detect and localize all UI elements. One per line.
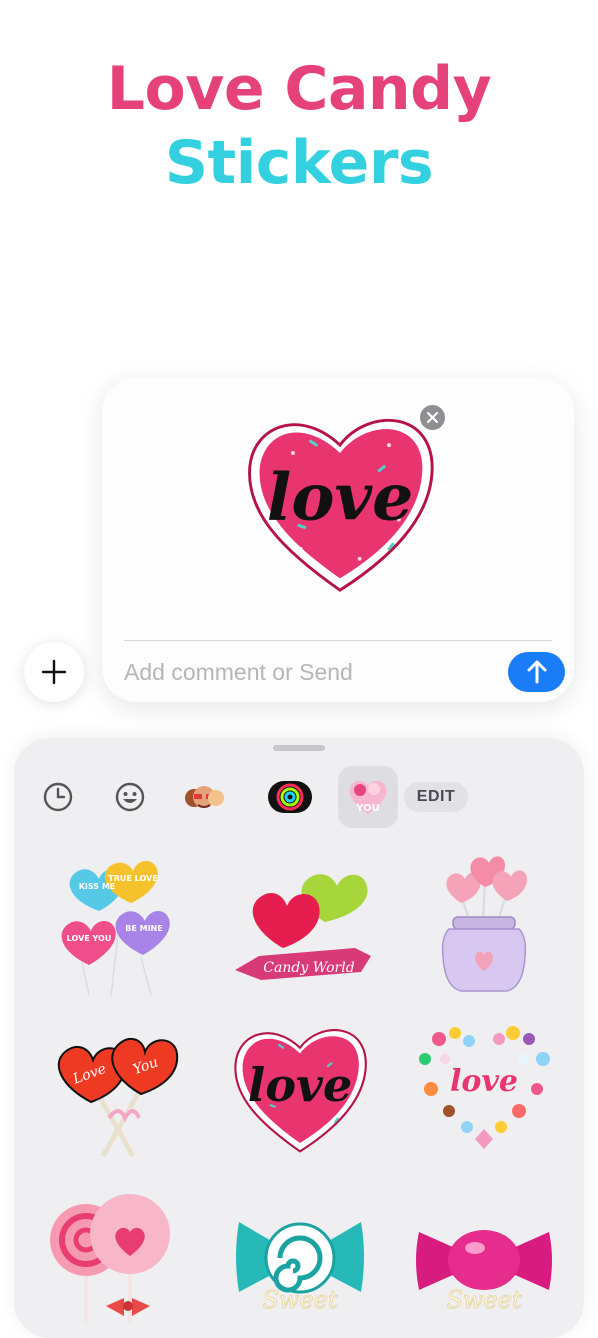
love-candy-app-icon-label: YOU: [355, 803, 380, 814]
sweet-pink-candy-sticker-icon: Sweet: [416, 1230, 552, 1314]
sticker-candy-world[interactable]: Candy World: [212, 842, 388, 1002]
sticker-conversation-hearts[interactable]: KISS ME TRUE LOVE LOVE YOU BE MINE: [28, 842, 204, 1002]
love-you-lollipops-sticker-icon: Love You: [57, 1037, 179, 1158]
comment-input[interactable]: [124, 654, 494, 690]
sticker-love-you-lollipops[interactable]: Love You: [28, 1007, 204, 1167]
sticker-text-candy-world: Candy World: [263, 960, 354, 976]
love-heart-sticker-preview[interactable]: love: [242, 400, 438, 600]
tab-memoji[interactable]: [174, 766, 234, 828]
app-tab-bar: YOU EDIT: [38, 766, 558, 828]
message-compose-card: love: [102, 378, 574, 702]
love-candy-app-icon: YOU: [349, 780, 387, 814]
edit-button[interactable]: EDIT: [404, 782, 468, 812]
sticker-text-sweet-teal: Sweet: [262, 1286, 337, 1314]
sticker-text-love-heart: love: [248, 1058, 353, 1112]
emoji-icon: [115, 782, 145, 812]
conversation-hearts-sticker-icon: KISS ME TRUE LOVE LOVE YOU BE MINE: [61, 860, 170, 996]
send-button[interactable]: [508, 652, 565, 692]
sticker-sweet-pink-candy[interactable]: Sweet: [396, 1172, 572, 1332]
sticker-text-be-mine: BE MINE: [125, 924, 162, 933]
activity-rings-icon: [268, 781, 312, 813]
add-app-button[interactable]: [24, 642, 84, 702]
sticker-love-heart[interactable]: love: [212, 1007, 388, 1167]
sticker-text-sweet-pink: Sweet: [446, 1286, 521, 1314]
love-script-text: love: [267, 460, 413, 536]
sticker-heart-jar[interactable]: [396, 842, 572, 1002]
tab-recents[interactable]: [28, 766, 88, 828]
remove-sticker-button[interactable]: [418, 403, 447, 432]
tab-emoji[interactable]: [100, 766, 160, 828]
sticker-text-true-love: TRUE LOVE: [108, 874, 157, 883]
drawer-grabber[interactable]: [273, 745, 325, 751]
tab-love-candy[interactable]: YOU: [338, 766, 398, 828]
sticker-candy-heart[interactable]: love: [396, 1007, 572, 1167]
recents-clock-icon: [43, 782, 73, 812]
close-icon: [426, 411, 439, 424]
swirl-lollipops-sticker-icon: [50, 1194, 170, 1322]
tab-activity[interactable]: [260, 766, 320, 828]
sticker-sweet-teal-candy[interactable]: Sweet: [212, 1172, 388, 1332]
sticker-grid: KISS ME TRUE LOVE LOVE YOU BE MINE Candy…: [28, 842, 572, 1322]
candy-world-sticker-icon: Candy World: [235, 874, 371, 980]
plus-icon: [41, 659, 67, 685]
compose-divider: [124, 640, 552, 641]
sticker-text-kiss-me: KISS ME: [79, 882, 116, 891]
sticker-text-love-you: LOVE YOU: [67, 934, 112, 943]
promo-title-line2: Stickers: [164, 128, 434, 198]
promo-headline: Love Candy Stickers: [0, 52, 598, 200]
candy-heart-sticker-icon: love: [419, 1026, 550, 1149]
heart-jar-sticker-icon: [441, 856, 527, 992]
sticker-swirl-lollipops[interactable]: [28, 1172, 204, 1332]
sticker-drawer: YOU EDIT KISS ME TRUE LOVE LOVE YOU BE M…: [14, 738, 584, 1338]
sticker-text-candy-love: love: [450, 1064, 518, 1099]
memoji-icon: [185, 786, 224, 808]
promo-title-line1: Love Candy: [106, 54, 492, 124]
love-heart-sticker-icon: love: [234, 1029, 367, 1153]
arrow-up-icon: [527, 660, 546, 684]
sweet-teal-candy-sticker-icon: Sweet: [236, 1222, 364, 1314]
